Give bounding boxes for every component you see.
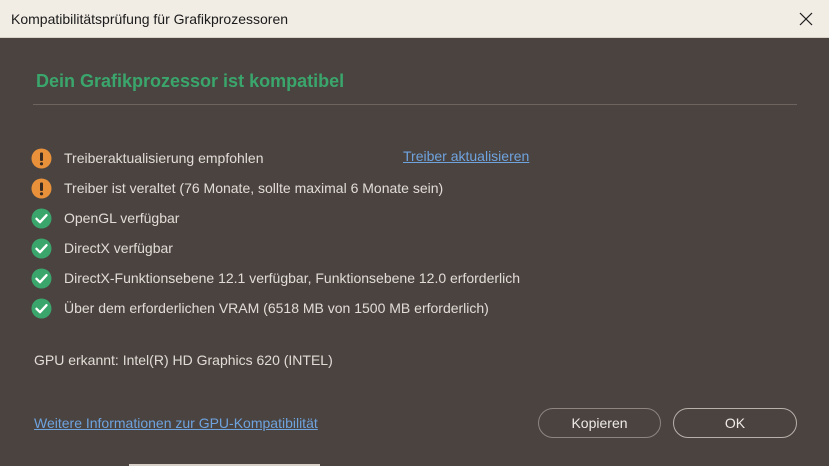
dialog-content: Dein Grafikprozessor ist kompatibel Trei… xyxy=(0,38,829,466)
close-icon xyxy=(799,12,813,26)
check-icon xyxy=(31,268,52,288)
check-row: DirectX verfügbar xyxy=(31,237,173,259)
divider xyxy=(33,104,797,105)
close-button[interactable] xyxy=(783,0,829,38)
title-bar: Kompatibilitätsprüfung für Grafikprozess… xyxy=(0,0,829,38)
check-icon xyxy=(31,238,52,258)
check-row: DirectX-Funktionsebene 12.1 verfügbar, F… xyxy=(31,267,520,289)
check-icon xyxy=(31,298,52,318)
check-text: OpenGL verfügbar xyxy=(64,210,180,226)
check-text: Treiberaktualisierung empfohlen xyxy=(64,150,264,166)
warning-icon xyxy=(31,178,52,198)
check-row: OpenGL verfügbar xyxy=(31,207,179,229)
window-title: Kompatibilitätsprüfung für Grafikprozess… xyxy=(11,11,289,27)
gpu-detected-text: GPU erkannt: Intel(R) HD Graphics 620 (I… xyxy=(34,352,333,368)
check-text: Über dem erforderlichen VRAM (6518 MB vo… xyxy=(64,300,489,316)
gpu-info-link[interactable]: Weitere Informationen zur GPU-Kompatibil… xyxy=(34,415,318,431)
check-text: DirectX-Funktionsebene 12.1 verfügbar, F… xyxy=(64,270,521,286)
copy-button[interactable]: Kopieren xyxy=(538,408,661,438)
check-text: DirectX verfügbar xyxy=(64,240,173,256)
ok-button[interactable]: OK xyxy=(673,408,797,438)
check-text: Treiber ist veraltet (76 Monate, sollte … xyxy=(64,180,444,196)
update-driver-link[interactable]: Treiber aktualisieren xyxy=(403,148,529,164)
warning-icon xyxy=(31,148,52,168)
check-row: Über dem erforderlichen VRAM (6518 MB vo… xyxy=(31,297,489,319)
check-row: Treiber ist veraltet (76 Monate, sollte … xyxy=(31,177,443,199)
check-icon xyxy=(31,208,52,228)
result-heading: Dein Grafikprozessor ist kompatibel xyxy=(36,71,345,91)
check-row: Treiberaktualisierung empfohlen xyxy=(31,147,263,169)
